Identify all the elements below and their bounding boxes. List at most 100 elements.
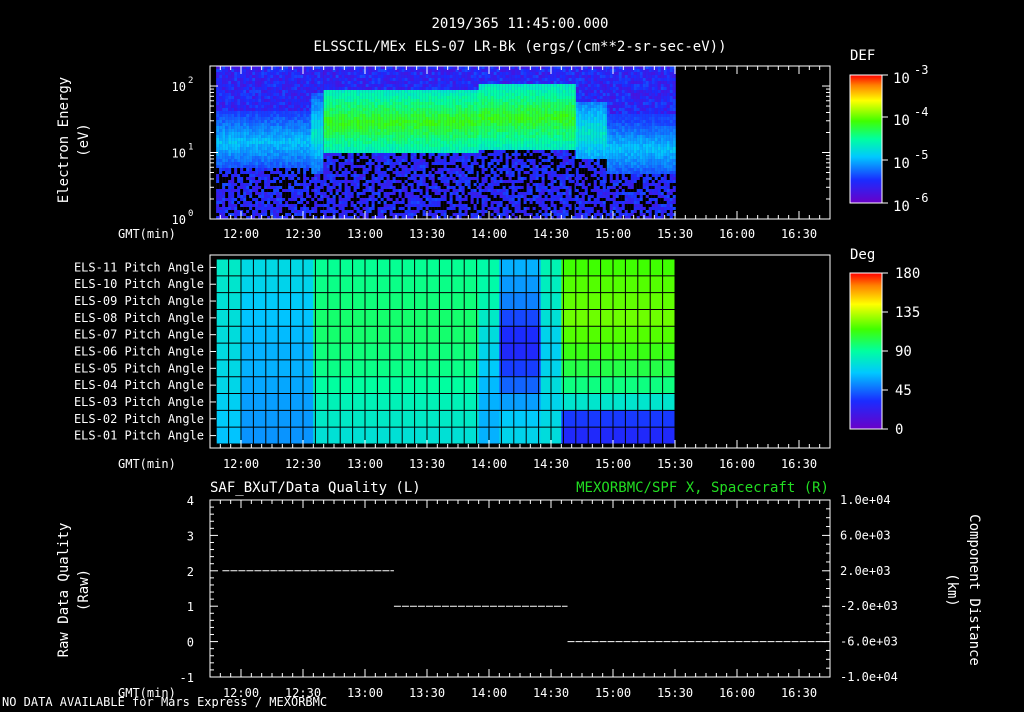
- spectrogram-cell: [452, 129, 456, 132]
- spectrogram-cell: [252, 72, 256, 75]
- spectrogram-cell: [386, 147, 390, 150]
- spectrogram-cell: [446, 108, 450, 111]
- spectrogram-cell: [428, 159, 432, 162]
- spectrogram-cell: [455, 81, 459, 84]
- spectrogram-cell: [329, 192, 333, 195]
- spectrogram-cell: [365, 150, 369, 153]
- spectrogram-cell: [374, 195, 378, 198]
- spectrogram-cell: [440, 120, 444, 123]
- spectrogram-cell: [377, 93, 381, 96]
- spectrogram-cell: [243, 168, 247, 171]
- spectrogram-cell: [252, 114, 256, 117]
- spectrogram-cell: [499, 111, 503, 114]
- spectrogram-cell: [267, 75, 271, 78]
- spectrogram-cell: [487, 144, 491, 147]
- spectrogram-cell: [288, 177, 292, 180]
- spectrogram-cell: [422, 96, 426, 99]
- spectrogram-cell: [228, 126, 232, 129]
- spectrogram-cell: [407, 93, 411, 96]
- spectrogram-cell: [344, 90, 348, 93]
- spectrogram-cell: [484, 207, 488, 210]
- spectrogram-cell: [234, 105, 238, 108]
- spectrogram-cell: [326, 123, 330, 126]
- spectrogram-cell: [314, 204, 318, 207]
- spectrogram-cell: [303, 186, 307, 189]
- spectrogram-cell: [401, 120, 405, 123]
- spectrogram-cell: [481, 105, 485, 108]
- spectrogram-cell: [371, 120, 375, 123]
- spectrogram-cell: [461, 183, 465, 186]
- spectrogram-cell: [326, 138, 330, 141]
- spectrogram-cell: [386, 117, 390, 120]
- spectrogram-cell: [392, 144, 396, 147]
- spectrogram-cell: [285, 123, 289, 126]
- spectrogram-cell: [455, 198, 459, 201]
- spectrogram-cell: [243, 156, 247, 159]
- spectrogram-cell: [282, 183, 286, 186]
- spectrogram-cell: [419, 213, 423, 216]
- spectrogram-cell: [303, 69, 307, 72]
- spectrogram-cell: [422, 108, 426, 111]
- spectrogram-cell: [383, 135, 387, 138]
- spectrogram-cell: [493, 108, 497, 111]
- spectrogram-cell: [311, 93, 315, 96]
- spectrogram-cell: [470, 114, 474, 117]
- spectrogram-cell: [347, 69, 351, 72]
- spectrogram-cell: [270, 111, 274, 114]
- spectrogram-cell: [461, 210, 465, 213]
- spectrogram-cell: [279, 168, 283, 171]
- spectrogram-cell: [440, 105, 444, 108]
- spectrogram-cell: [294, 186, 298, 189]
- spectrogram-cell: [443, 189, 447, 192]
- spectrogram-cell: [338, 120, 342, 123]
- spectrogram-cell: [282, 180, 286, 183]
- spectrogram-cell: [255, 192, 259, 195]
- spectrogram-cell: [311, 87, 315, 90]
- spectrogram-cell: [505, 108, 509, 111]
- spectrogram-cell: [374, 117, 378, 120]
- spectrogram-cell: [225, 189, 229, 192]
- spectrogram-cell: [335, 195, 339, 198]
- spectrogram-cell: [473, 180, 477, 183]
- spectrogram-cell: [371, 141, 375, 144]
- spectrogram-cell: [320, 195, 324, 198]
- spectrogram-cell: [326, 198, 330, 201]
- spectrogram-cell: [353, 207, 357, 210]
- spectrogram-cell: [443, 90, 447, 93]
- spectrogram-cell: [422, 93, 426, 96]
- spectrogram-cell: [496, 75, 500, 78]
- spectrogram-cell: [261, 195, 265, 198]
- spectrogram-cell: [434, 162, 438, 165]
- spectrogram-cell: [282, 111, 286, 114]
- spectrogram-cell: [487, 201, 491, 204]
- spectrogram-cell: [395, 105, 399, 108]
- spectrogram-cell: [362, 201, 366, 204]
- spectrogram-cell: [470, 78, 474, 81]
- spectrogram-cell: [431, 159, 435, 162]
- spectrogram-cell: [431, 87, 435, 90]
- spectrogram-cell: [332, 201, 336, 204]
- spectrogram-cell: [219, 186, 223, 189]
- spectrogram-cell: [505, 141, 509, 144]
- spectrogram-cell: [279, 159, 283, 162]
- spectrogram-cell: [314, 96, 318, 99]
- spectrogram-cell: [380, 138, 384, 141]
- spectrogram-cell: [401, 186, 405, 189]
- spectrogram-cell: [291, 162, 295, 165]
- spectrogram-cell: [326, 105, 330, 108]
- spectrogram-cell: [461, 162, 465, 165]
- spectrogram-cell: [222, 81, 226, 84]
- spectrogram-cell: [455, 96, 459, 99]
- spectrogram-cell: [350, 114, 354, 117]
- spectrogram-cell: [303, 99, 307, 102]
- spectrogram-cell: [413, 168, 417, 171]
- spectrogram-cell: [311, 72, 315, 75]
- spectrogram-cell: [240, 105, 244, 108]
- spectrogram-cell: [386, 189, 390, 192]
- spectrogram-cell: [467, 210, 471, 213]
- spectrogram-cell: [404, 198, 408, 201]
- spectrogram-cell: [288, 156, 292, 159]
- spectrogram-cell: [392, 180, 396, 183]
- spectrogram-cell: [446, 90, 450, 93]
- spectrogram-cell: [377, 129, 381, 132]
